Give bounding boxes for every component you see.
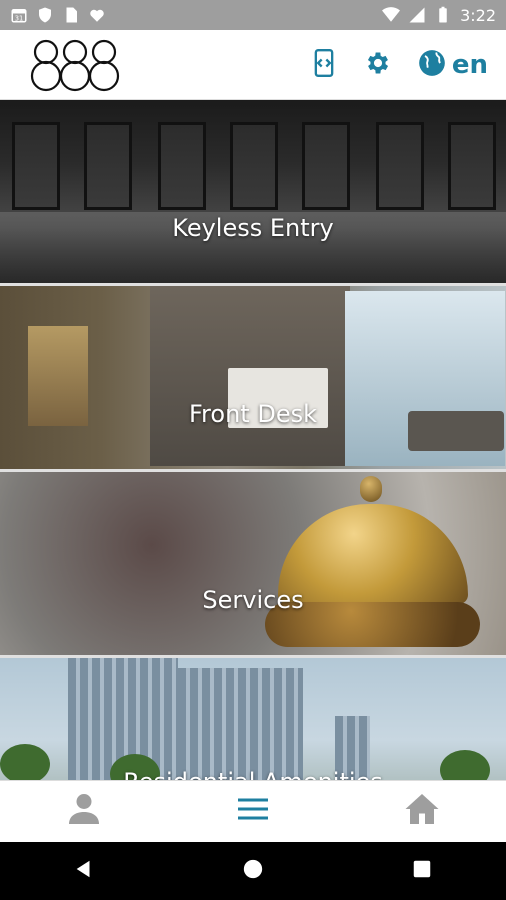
services-image <box>0 472 506 655</box>
front-desk-image <box>0 286 506 469</box>
tile-residential-amenities[interactable]: Residential Amenities <box>0 658 506 780</box>
recents-icon <box>411 858 433 885</box>
home-circle-icon <box>242 858 264 885</box>
settings-button[interactable] <box>364 49 392 82</box>
tile-front-desk[interactable]: Front Desk <box>0 286 506 469</box>
person-icon <box>66 791 102 832</box>
home-icon <box>404 791 440 832</box>
tile-label-residential-amenities: Residential Amenities <box>0 768 506 780</box>
tile-label-keyless-entry: Keyless Entry <box>172 214 334 242</box>
system-nav-bar <box>0 842 506 900</box>
clock-text: 3:22 <box>460 5 496 25</box>
header-actions: en <box>310 30 488 100</box>
menu-icon <box>235 791 271 832</box>
residential-amenities-image <box>0 658 506 780</box>
tile-services[interactable]: Services <box>0 472 506 655</box>
shield-icon <box>36 6 54 24</box>
battery-icon <box>434 6 452 24</box>
system-home-button[interactable] <box>223 842 283 900</box>
wifi-icon <box>382 6 401 24</box>
system-back-button[interactable] <box>54 842 114 900</box>
heart-icon <box>88 6 106 24</box>
scan-button[interactable] <box>310 48 338 82</box>
back-icon <box>73 858 95 885</box>
language-label: en <box>451 50 488 80</box>
system-recents-button[interactable] <box>392 842 452 900</box>
feature-tiles: Keyless Entry Front Desk Services <box>0 100 506 780</box>
bottom-nav <box>0 780 506 842</box>
brand-logo <box>28 36 122 94</box>
tile-label-front-desk: Front Desk <box>189 400 317 428</box>
globe-icon <box>418 49 446 82</box>
status-left: 31 <box>10 6 106 24</box>
status-right: 3:22 <box>382 6 496 25</box>
sd-card-icon <box>62 6 80 24</box>
phone-scan-icon <box>310 48 338 82</box>
calendar-icon: 31 <box>10 6 28 24</box>
language-button[interactable]: en <box>418 49 488 82</box>
menu-button[interactable] <box>213 781 293 843</box>
status-bar: 31 3:22 <box>0 0 506 30</box>
home-button[interactable] <box>382 781 462 843</box>
app-header: en <box>0 30 506 100</box>
keyless-entry-image <box>0 100 506 283</box>
tile-keyless-entry[interactable]: Keyless Entry <box>0 100 506 283</box>
signal-icon <box>408 6 426 24</box>
gear-icon <box>364 49 392 82</box>
calendar-day: 31 <box>15 14 24 22</box>
tile-label-services: Services <box>202 586 304 614</box>
profile-button[interactable] <box>44 781 124 843</box>
